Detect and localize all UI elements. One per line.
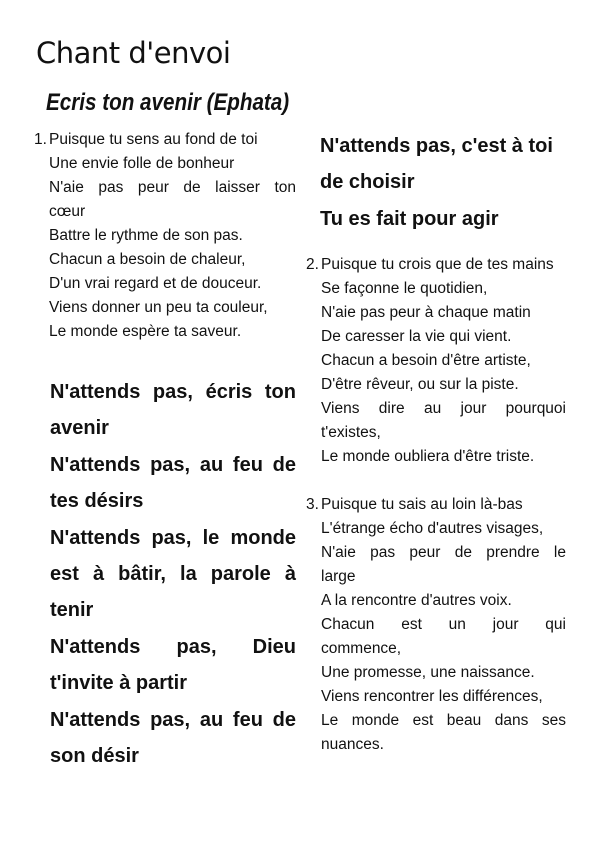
refrain-continuation: N'attends pas, c'est à toi de choisir Tu… (306, 128, 566, 237)
page-title: Chant d'envoi (36, 36, 231, 70)
song-title: Ecris ton avenir (Ephata) (46, 89, 290, 116)
refrain-line: tes désirs (50, 490, 144, 513)
verse-line: cœur (49, 203, 86, 220)
verse-2-number: 2. (306, 256, 319, 274)
verse-3: 3. Puisque tu sais au loin là-bas L'étra… (306, 493, 566, 757)
refrain-line: N'attends pas, écris ton (50, 381, 296, 403)
verse-line: Une envie folle de bonheur (49, 155, 235, 172)
refrain: N'attends pas, écris ton avenir N'attend… (34, 374, 296, 774)
verse-line: nuances. (321, 736, 384, 754)
verse-line: Puisque tu crois que de tes mains (321, 256, 554, 274)
refrain-line: de choisir (320, 171, 415, 194)
verse-line: t'existes, (321, 424, 381, 442)
refrain-line: N'attends pas, au feu de (50, 453, 296, 476)
verse-line: N'aie pas peur de laisser ton (49, 179, 296, 196)
verse-line: Le monde est beau dans ses (321, 712, 566, 730)
verse-2: 2. Puisque tu crois que de tes mains Se … (306, 253, 566, 469)
refrain-line: N'attends pas, au feu de (50, 708, 296, 731)
refrain-line: est à bâtir, la parole à (50, 563, 296, 586)
verse-line: D'être rêveur, ou sur la piste. (321, 376, 519, 394)
verse-line: Viens donner un peu ta couleur, (49, 299, 268, 316)
verse-line: N'aie pas peur à chaque matin (321, 304, 531, 322)
verse-line: large (321, 568, 356, 586)
verse-line: Puisque tu sais au loin là-bas (321, 496, 523, 514)
verse-line: N'aie pas peur de prendre le (321, 544, 566, 562)
verse-line: commence, (321, 640, 402, 658)
right-column: N'attends pas, c'est à toi de choisir Tu… (306, 128, 566, 757)
verse-line: Viens rencontrer les différences, (321, 688, 543, 706)
verse-line: Une promesse, une naissance. (321, 664, 535, 682)
refrain-line: N'attends pas, le monde (50, 526, 296, 549)
verse-line: A la rencontre d'autres voix. (321, 592, 512, 610)
verse-1-number: 1. (34, 131, 47, 148)
refrain-line: t'invite à partir (50, 672, 188, 695)
verse-line: D'un vrai regard et de douceur. (49, 275, 262, 292)
verse-line: Le monde espère ta saveur. (49, 323, 242, 340)
verse-line: L'étrange écho d'autres visages, (321, 520, 544, 538)
refrain-line: N'attends pas, Dieu (50, 635, 296, 658)
verse-3-number: 3. (306, 496, 319, 514)
verse-line: Puisque tu sens au fond de toi (49, 131, 258, 148)
verse-line: Viens dire au jour pourquoi (321, 400, 566, 418)
verse-line: Battre le rythme de son pas. (49, 227, 243, 244)
verse-line: Chacun a besoin d'être artiste, (321, 352, 531, 370)
refrain-line: N'attends pas, c'est à toi (320, 135, 553, 157)
verse-line: Se façonne le quotidien, (321, 280, 488, 298)
verse-line: De caresser la vie qui vient. (321, 328, 512, 346)
verse-line: Chacun est un jour qui (321, 616, 566, 634)
refrain-line: son désir (50, 745, 139, 768)
verse-line: Le monde oubliera d'être triste. (321, 448, 535, 466)
refrain-line: avenir (50, 417, 109, 440)
verse-1: 1. Puisque tu sens au fond de toi Une en… (34, 128, 296, 344)
verse-line: Chacun a besoin de chaleur, (49, 251, 246, 268)
refrain-line: Tu es fait pour agir (320, 207, 499, 230)
left-column: 1. Puisque tu sens au fond de toi Une en… (34, 128, 296, 774)
refrain-line: tenir (50, 599, 94, 622)
